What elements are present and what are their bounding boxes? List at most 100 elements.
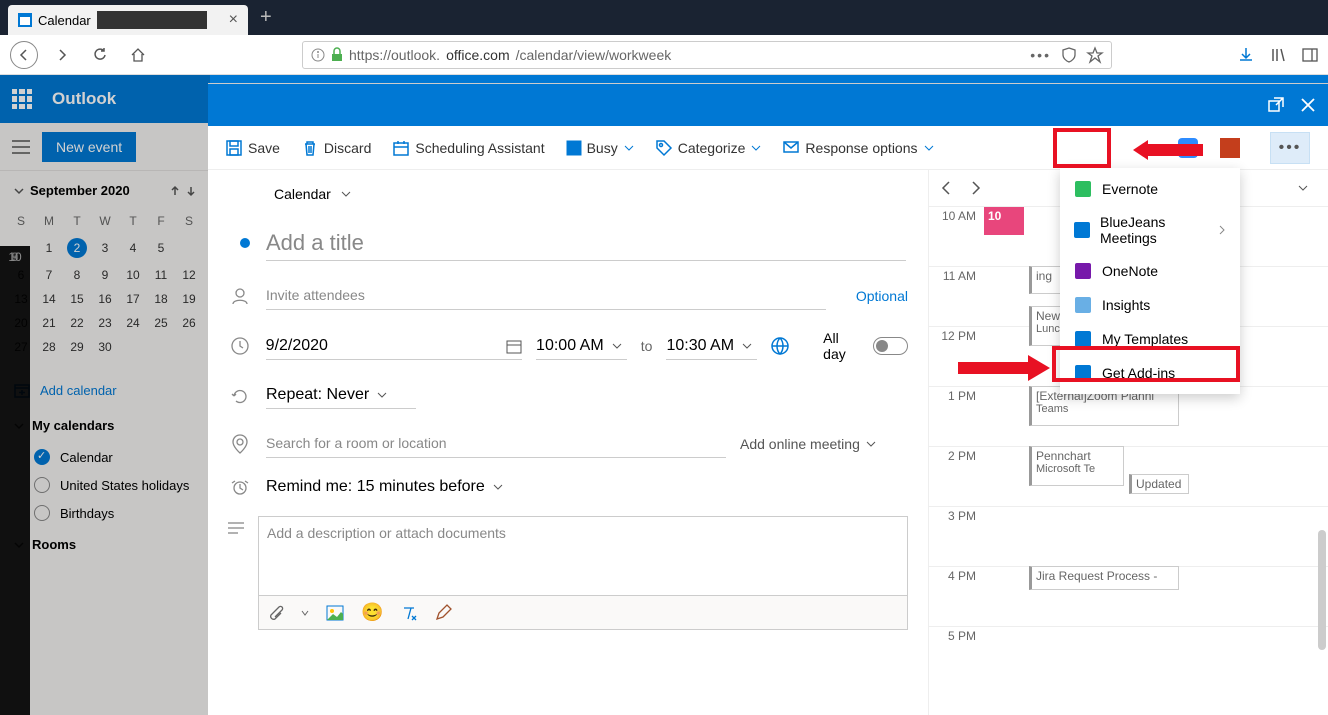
calendar-checkbox[interactable] — [34, 449, 50, 465]
repeat-dropdown[interactable]: Repeat: Never — [266, 382, 416, 409]
close-icon[interactable] — [1300, 97, 1316, 113]
calendar-day[interactable]: 14 — [36, 288, 62, 310]
chevron-down-icon[interactable] — [301, 609, 309, 617]
my-calendars-header[interactable]: My calendars — [6, 408, 204, 443]
zoom-addin-icon[interactable] — [1178, 138, 1198, 158]
mini-calendar[interactable]: SMTWTFS 30311234567891011121314151617181… — [6, 208, 204, 362]
format-clear-icon[interactable] — [401, 605, 417, 621]
calendar-checkbox[interactable] — [34, 505, 50, 521]
calendar-event[interactable]: Updated — [1129, 474, 1189, 494]
optional-link[interactable]: Optional — [856, 288, 908, 304]
categorize-dropdown[interactable]: Categorize — [656, 140, 762, 156]
new-tab-button[interactable]: + — [260, 6, 272, 29]
calendar-list-item[interactable]: Calendar — [6, 443, 204, 471]
menu-item[interactable]: OneNote — [1060, 254, 1240, 288]
calendar-day[interactable]: 9 — [92, 264, 118, 286]
calendar-day[interactable]: 30 — [92, 336, 118, 358]
menu-item[interactable]: Insights — [1060, 288, 1240, 322]
calendar-day[interactable]: 3 — [92, 234, 118, 262]
addin-icon[interactable] — [1220, 138, 1240, 158]
reminder-dropdown[interactable]: Remind me: 15 minutes before — [266, 478, 503, 496]
calendar-day[interactable]: 4 — [120, 234, 146, 262]
calendar-day[interactable]: 13 — [8, 288, 34, 310]
calendar-day[interactable]: 10 — [120, 264, 146, 286]
image-icon[interactable] — [327, 606, 343, 620]
next-day-icon[interactable] — [967, 180, 983, 196]
prev-month-icon[interactable] — [170, 186, 180, 196]
add-online-meeting[interactable]: Add online meeting — [740, 436, 876, 452]
calendar-day[interactable]: 23 — [92, 312, 118, 334]
scrollbar[interactable] — [1318, 530, 1326, 650]
calendar-day[interactable]: 19 — [176, 288, 202, 310]
attachment-icon[interactable] — [269, 605, 283, 621]
calendar-day[interactable]: 7 — [36, 264, 62, 286]
more-options-button[interactable]: ••• — [1270, 132, 1310, 164]
description-input[interactable]: Add a description or attach documents — [258, 516, 908, 596]
save-button[interactable]: Save — [226, 140, 280, 156]
address-bar[interactable]: https://outlook.office.com/calendar/view… — [302, 41, 1112, 69]
calendar-list-item[interactable]: Birthdays — [6, 499, 204, 527]
chevron-down-icon[interactable] — [1298, 183, 1308, 193]
calendar-day[interactable]: 24 — [120, 312, 146, 334]
calendar-list-item[interactable]: United States holidays — [6, 471, 204, 499]
calendar-day[interactable]: 22 — [64, 312, 90, 334]
new-event-button[interactable]: New event — [42, 132, 136, 162]
menu-item[interactable]: BlueJeans Meetings — [1060, 206, 1240, 254]
emoji-icon[interactable]: 😊 — [361, 602, 383, 623]
home-button[interactable] — [124, 41, 152, 69]
pen-icon[interactable] — [435, 605, 451, 621]
calendar-event[interactable]: Jira Request Process - — [1029, 566, 1179, 590]
response-options-dropdown[interactable]: Response options — [783, 140, 933, 156]
menu-item[interactable]: My Templates — [1060, 322, 1240, 356]
date-picker[interactable]: 9/2/2020 — [266, 333, 522, 360]
calendar-day[interactable]: 27 — [8, 336, 34, 358]
calendar-day[interactable]: 18 — [148, 288, 174, 310]
calendar-day[interactable]: 29 — [64, 336, 90, 358]
calendar-day[interactable]: 8 — [64, 264, 90, 286]
chevron-down-icon[interactable] — [14, 186, 24, 196]
rooms-header[interactable]: Rooms — [6, 527, 204, 562]
sidebar-toggle-icon[interactable] — [1302, 47, 1318, 63]
calendar-day[interactable]: 20 — [8, 312, 34, 334]
shield-icon[interactable] — [1061, 47, 1077, 63]
allday-toggle[interactable] — [873, 337, 908, 355]
app-launcher-icon[interactable] — [12, 89, 32, 109]
calendar-event[interactable]: PennchartMicrosoft Te — [1029, 446, 1124, 486]
hamburger-icon[interactable] — [12, 140, 30, 154]
browser-tab[interactable]: Calendar × — [8, 5, 248, 35]
title-input[interactable] — [266, 226, 906, 261]
calendar-day[interactable]: 2 — [64, 234, 90, 262]
discard-button[interactable]: Discard — [302, 140, 371, 156]
prev-day-icon[interactable] — [939, 180, 955, 196]
chevron-down-icon[interactable] — [341, 189, 351, 199]
calendar-day[interactable]: 26 — [176, 312, 202, 334]
calendar-day[interactable]: 11 — [148, 264, 174, 286]
calendar-day[interactable]: 6 — [8, 264, 34, 286]
menu-item[interactable]: Get Add-ins — [1060, 356, 1240, 390]
calendar-day[interactable]: 16 — [92, 288, 118, 310]
end-time-picker[interactable]: 10:30 AM — [666, 333, 757, 360]
calendar-crumb[interactable]: Calendar — [274, 186, 331, 202]
calendar-day[interactable]: 15 — [64, 288, 90, 310]
timezone-icon[interactable] — [771, 337, 789, 355]
calendar-day[interactable]: 21 — [36, 312, 62, 334]
library-icon[interactable] — [1270, 47, 1286, 63]
add-calendar-button[interactable]: Add calendar — [6, 372, 204, 408]
popout-icon[interactable] — [1268, 97, 1284, 113]
page-actions-icon[interactable]: ••• — [1030, 47, 1051, 63]
forward-button[interactable] — [48, 41, 76, 69]
scheduling-assistant-button[interactable]: Scheduling Assistant — [393, 140, 544, 156]
start-time-picker[interactable]: 10:00 AM — [536, 333, 627, 360]
location-input[interactable] — [266, 429, 726, 458]
attendees-input[interactable] — [266, 281, 826, 310]
menu-item[interactable]: Evernote — [1060, 172, 1240, 206]
calendar-day[interactable]: 12 — [176, 264, 202, 286]
back-button[interactable] — [10, 41, 38, 69]
reload-button[interactable] — [86, 41, 114, 69]
busy-dropdown[interactable]: Busy — [567, 140, 634, 156]
calendar-day[interactable]: 1 — [36, 234, 62, 262]
calendar-day[interactable]: 5 — [148, 234, 174, 262]
calendar-day[interactable]: 28 — [36, 336, 62, 358]
calendar-day[interactable]: 25 — [148, 312, 174, 334]
calendar-checkbox[interactable] — [34, 477, 50, 493]
